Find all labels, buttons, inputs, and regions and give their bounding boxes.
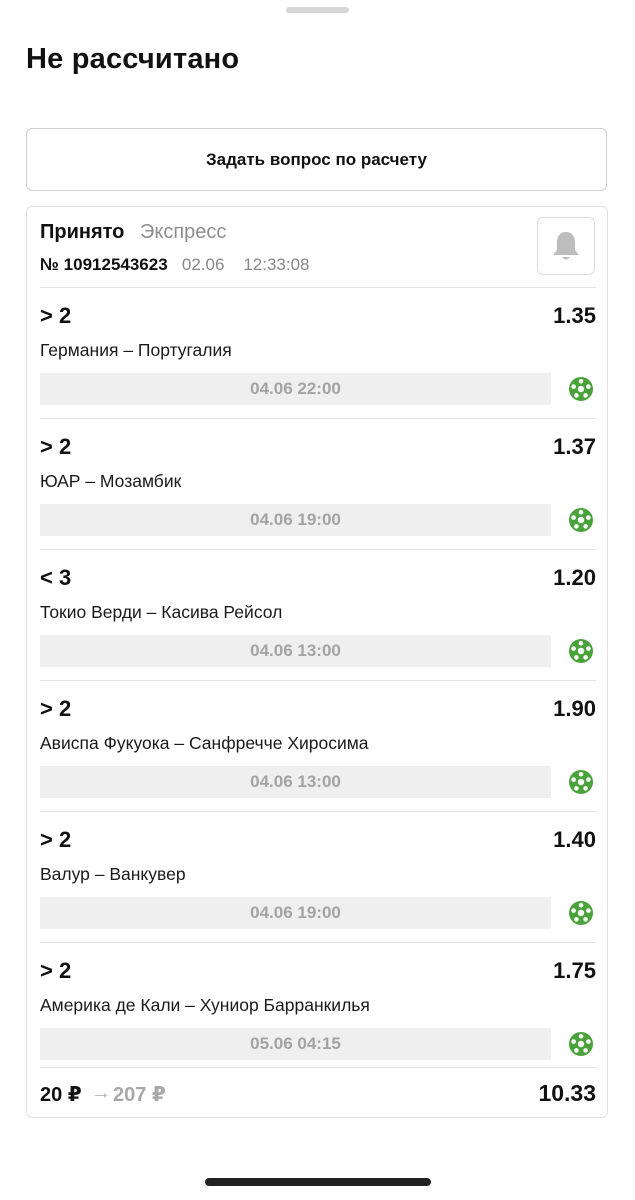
home-indicator: [205, 1178, 431, 1186]
total-odds: 10.33: [538, 1080, 596, 1106]
arrow-icon: →: [91, 1082, 111, 1104]
event-row[interactable]: > 2 1.40 Валур – Ванкувер 04.06 19:00: [40, 811, 596, 942]
event-selection: > 2: [40, 696, 72, 721]
event-odds: 1.20: [553, 565, 596, 590]
football-icon: [569, 901, 593, 925]
bet-meta: № 10912543623 02.06 12:33:08: [40, 255, 310, 275]
page-title: Не рассчитано: [26, 43, 240, 75]
bell-icon: [553, 232, 579, 260]
football-icon: [569, 639, 593, 663]
event-odds: 1.35: [553, 303, 596, 328]
bet-type: Экспресс: [140, 221, 227, 243]
event-row[interactable]: > 2 1.75 Америка де Кали – Хуниор Барранки…: [40, 942, 596, 1073]
ask-question-button[interactable]: Задать вопрос по расчету: [26, 128, 607, 191]
stake-amount: 20 ₽: [40, 1084, 82, 1106]
event-row[interactable]: < 3 1.20 Токио Верди – Касива Рейсол 04.06 …: [40, 549, 596, 680]
events-list: > 2 1.35 Германия – Португалия 04.06 22:00 >…: [40, 287, 596, 1073]
event-datetime: 04.06 19:00: [40, 504, 551, 536]
event-datetime: 04.06 22:00: [40, 373, 551, 405]
event-odds: 1.40: [553, 827, 596, 852]
event-selection: > 2: [40, 303, 72, 328]
event-datetime: 04.06 13:00: [40, 635, 551, 667]
bet-time: 12:33:08: [243, 255, 310, 274]
bet-status: Принято: [40, 221, 125, 243]
event-odds: 1.75: [553, 958, 596, 983]
event-teams: Америка де Кали – Хуниор Барранкилья: [40, 995, 370, 1015]
event-teams: Ависпа Фукуока – Санфречче Хиросима: [40, 733, 369, 753]
event-odds: 1.90: [553, 696, 596, 721]
football-icon: [569, 1032, 593, 1056]
event-row[interactable]: > 2 1.35 Германия – Португалия 04.06 22:00: [40, 287, 596, 418]
event-selection: > 2: [40, 434, 72, 459]
event-teams: Германия – Португалия: [40, 340, 232, 360]
bet-date: 02.06: [181, 255, 225, 274]
event-teams: Валур – Ванкувер: [40, 864, 186, 884]
event-selection: < 3: [40, 565, 72, 590]
notification-button[interactable]: [537, 217, 595, 275]
bet-summary: 20 ₽ → 207 ₽ 10.33: [40, 1067, 596, 1118]
bet-number: № 10912543623: [40, 255, 168, 274]
football-icon: [569, 770, 593, 794]
football-icon: [569, 377, 593, 401]
football-icon: [569, 508, 593, 532]
event-odds: 1.37: [553, 434, 596, 459]
event-row[interactable]: > 2 1.37 ЮАР – Мозамбик 04.06 19:00: [40, 418, 596, 549]
possible-win-amount: 207 ₽: [113, 1084, 166, 1106]
event-datetime: 04.06 13:00: [40, 766, 551, 798]
bet-card: Принято Экспресс № 10912543623 02.06 12:…: [26, 206, 608, 1118]
event-selection: > 2: [40, 827, 72, 852]
event-selection: > 2: [40, 958, 72, 983]
event-teams: Токио Верди – Касива Рейсол: [40, 602, 283, 622]
event-row[interactable]: > 2 1.90 Ависпа Фукуока – Санфречче Хироси…: [40, 680, 596, 811]
event-datetime: 05.06 04:15: [40, 1028, 551, 1060]
sheet-grabber[interactable]: [286, 7, 349, 13]
event-datetime: 04.06 19:00: [40, 897, 551, 929]
event-teams: ЮАР – Мозамбик: [40, 471, 182, 491]
